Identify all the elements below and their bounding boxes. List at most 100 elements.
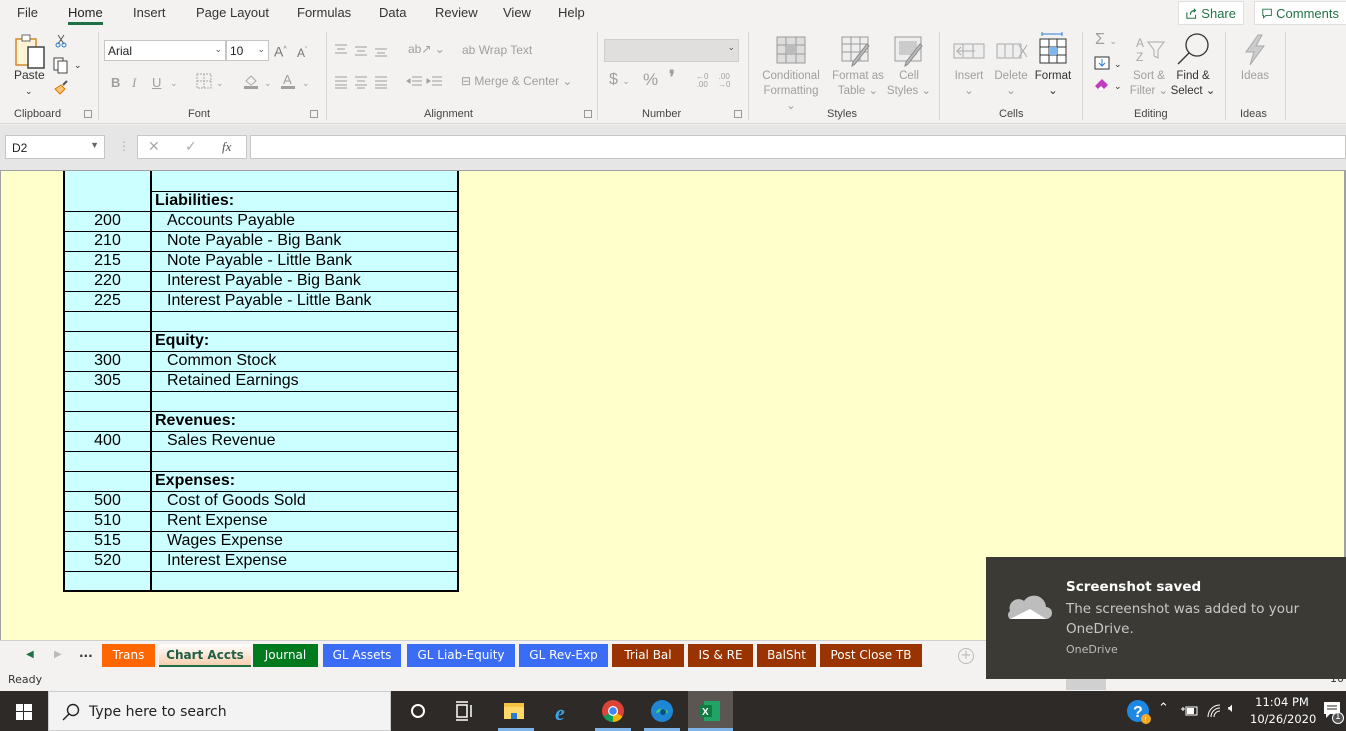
- increase-font-size-icon[interactable]: A^: [274, 42, 287, 60]
- font-name-select[interactable]: Arial ⌄: [104, 40, 226, 61]
- account-name-cell[interactable]: Sales Revenue: [150, 430, 459, 451]
- fill-dropdown-icon[interactable]: ⌄: [1114, 57, 1122, 72]
- comma-style-button[interactable]: ❜: [669, 68, 675, 86]
- indent-icons[interactable]: [406, 75, 446, 89]
- sheet-tab-gl-liab-equity[interactable]: GL Liab-Equity: [407, 644, 515, 667]
- bold-button[interactable]: B: [111, 75, 120, 90]
- formula-input[interactable]: [250, 135, 1346, 159]
- ideas-icon[interactable]: [1242, 34, 1268, 66]
- account-number-cell[interactable]: [63, 191, 152, 211]
- confirm-entry-icon[interactable]: ✓: [185, 139, 197, 155]
- account-number-cell[interactable]: [63, 390, 152, 411]
- file-explorer-icon[interactable]: [502, 699, 526, 723]
- volume-icon[interactable]: 🔈︎: [1228, 701, 1236, 716]
- comments-button[interactable]: Comments: [1254, 1, 1346, 25]
- borders-dropdown-icon[interactable]: ⌄: [216, 76, 224, 91]
- account-number-cell[interactable]: 215: [63, 250, 152, 271]
- show-hidden-icons-icon[interactable]: ⌃: [1158, 701, 1169, 716]
- account-number-cell[interactable]: [63, 470, 152, 491]
- account-name-cell[interactable]: Retained Earnings: [150, 370, 459, 391]
- copy-dropdown-icon[interactable]: ⌄: [74, 58, 82, 73]
- account-number-cell[interactable]: [63, 171, 152, 191]
- account-name-cell[interactable]: Note Payable - Little Bank: [150, 250, 459, 271]
- tab-help[interactable]: Help: [558, 5, 585, 20]
- format-as-table-button[interactable]: Format as Table ⌄: [830, 69, 886, 99]
- onedrive-notification[interactable]: Screenshot saved The screenshot was adde…: [986, 557, 1346, 679]
- sheet-tab-journal[interactable]: Journal: [253, 644, 318, 667]
- scroll-tabs-right-icon[interactable]: ▶: [54, 649, 62, 660]
- edge-icon[interactable]: [650, 699, 674, 723]
- section-header-cell[interactable]: Equity:: [150, 330, 459, 351]
- account-number-cell[interactable]: [63, 410, 152, 431]
- scroll-tabs-left-icon[interactable]: ◀: [26, 649, 34, 660]
- number-format-select[interactable]: ⌄: [604, 39, 739, 62]
- wifi-icon[interactable]: [1206, 703, 1222, 719]
- account-number-cell[interactable]: 305: [63, 370, 152, 391]
- account-number-cell[interactable]: [63, 450, 152, 471]
- tab-data[interactable]: Data: [379, 5, 406, 20]
- account-number-cell[interactable]: 225: [63, 290, 152, 311]
- account-number-cell[interactable]: [63, 570, 152, 592]
- sheet-tab-gl-assets[interactable]: GL Assets: [323, 644, 401, 667]
- font-launcher-icon[interactable]: [310, 110, 318, 118]
- find-select-button[interactable]: Find & Select ⌄: [1170, 69, 1216, 99]
- chrome-icon[interactable]: [601, 699, 625, 723]
- account-name-cell[interactable]: Wages Expense: [150, 530, 459, 551]
- horizontal-align-icons[interactable]: [333, 75, 393, 89]
- excel-taskbar-button[interactable]: X: [688, 691, 733, 731]
- format-as-table-icon[interactable]: [841, 36, 871, 68]
- fill-color-icon[interactable]: [242, 72, 260, 90]
- name-box-dropdown-icon[interactable]: ▼: [90, 140, 99, 150]
- account-number-cell[interactable]: 300: [63, 350, 152, 371]
- percent-style-button[interactable]: %: [643, 71, 658, 88]
- account-number-cell[interactable]: 400: [63, 430, 152, 451]
- account-name-cell[interactable]: Interest Payable - Little Bank: [150, 290, 459, 311]
- account-name-cell[interactable]: [150, 390, 459, 411]
- account-name-cell[interactable]: Accounts Payable: [150, 210, 459, 231]
- tab-insert[interactable]: Insert: [133, 5, 166, 20]
- task-view-icon[interactable]: [452, 699, 476, 723]
- sheet-tab-chart-accts[interactable]: Chart Accts: [159, 644, 251, 667]
- paste-label[interactable]: Paste: [14, 68, 45, 83]
- cut-icon[interactable]: [55, 34, 67, 48]
- account-number-cell[interactable]: 510: [63, 510, 152, 531]
- insert-cells-icon[interactable]: [953, 38, 985, 64]
- account-name-cell[interactable]: Note Payable - Big Bank: [150, 230, 459, 251]
- account-name-cell[interactable]: Cost of Goods Sold: [150, 490, 459, 511]
- help-notification-icon[interactable]: ?!: [1126, 699, 1152, 725]
- more-tabs-button[interactable]: ...: [79, 646, 93, 660]
- fill-color-dropdown-icon[interactable]: ⌄: [264, 76, 272, 91]
- clear-dropdown-icon[interactable]: ⌄: [1114, 79, 1122, 94]
- sheet-tab-balsht[interactable]: BalSht: [757, 644, 816, 667]
- sheet-tab-gl-rev-exp[interactable]: GL Rev-Exp: [519, 644, 608, 667]
- name-box[interactable]: D2 ▼: [5, 135, 105, 159]
- cell-styles-icon[interactable]: [894, 36, 924, 68]
- account-number-cell[interactable]: 200: [63, 210, 152, 231]
- decrease-decimal-icon[interactable]: .00 →0: [718, 73, 730, 89]
- font-color-dropdown-icon[interactable]: ⌄: [302, 76, 310, 91]
- sheet-tab-trial-bal[interactable]: Trial Bal: [612, 644, 684, 667]
- underline-button[interactable]: U: [152, 75, 161, 90]
- tab-home[interactable]: Home: [68, 5, 103, 25]
- number-launcher-icon[interactable]: [734, 110, 742, 118]
- cortana-icon[interactable]: [406, 699, 430, 723]
- tab-formulas[interactable]: Formulas: [297, 5, 351, 20]
- add-sheet-button[interactable]: +: [958, 648, 974, 664]
- ideas-button[interactable]: Ideas: [1240, 69, 1270, 84]
- account-number-cell[interactable]: 515: [63, 530, 152, 551]
- italic-button[interactable]: I: [132, 75, 136, 90]
- underline-dropdown-icon[interactable]: ⌄: [170, 76, 178, 91]
- account-number-cell[interactable]: 500: [63, 490, 152, 511]
- section-header-cell[interactable]: Revenues:: [150, 410, 459, 431]
- find-select-icon[interactable]: [1176, 32, 1210, 66]
- internet-explorer-icon[interactable]: e: [552, 699, 576, 723]
- merge-center-button[interactable]: ⊟ Merge & Center ⌄: [461, 74, 572, 89]
- insert-function-icon[interactable]: fx: [222, 139, 231, 155]
- alignment-launcher-icon[interactable]: [584, 110, 592, 118]
- account-name-cell[interactable]: Interest Expense: [150, 550, 459, 571]
- sort-filter-button[interactable]: Sort & Filter ⌄: [1128, 69, 1170, 99]
- account-number-cell[interactable]: 210: [63, 230, 152, 251]
- tab-file[interactable]: File: [17, 5, 38, 20]
- taskbar-search-box[interactable]: Type here to search: [48, 691, 391, 731]
- account-number-cell[interactable]: [63, 330, 152, 351]
